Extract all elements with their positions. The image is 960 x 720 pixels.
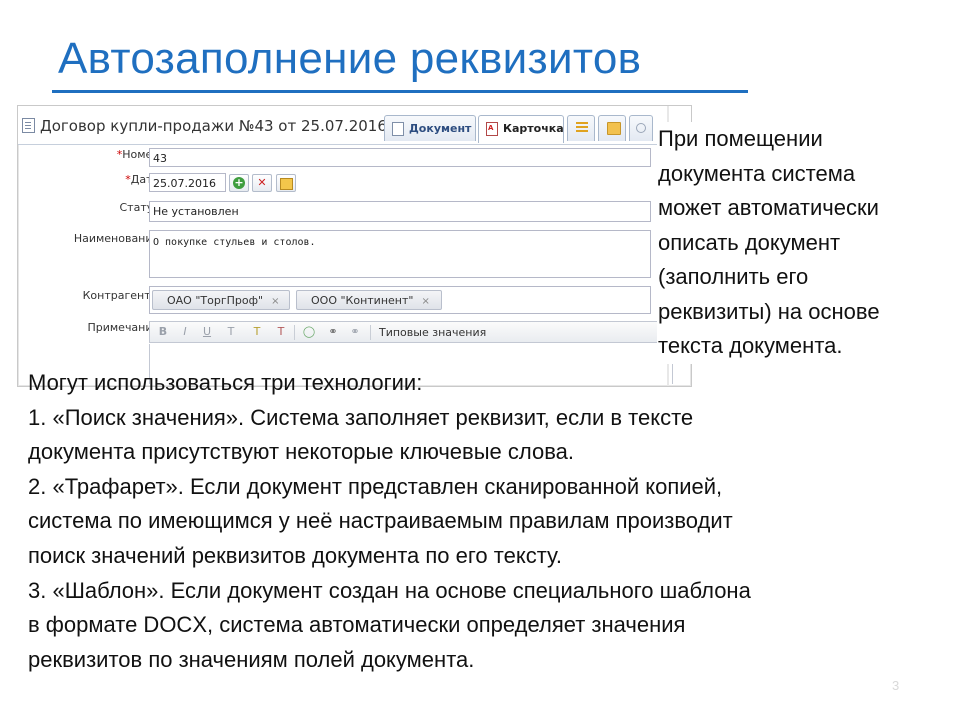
unlink-icon[interactable]: ⚭ [348, 325, 362, 339]
calendar-button[interactable] [276, 174, 296, 192]
slide-title: Автозаполнение реквизитов [58, 34, 642, 83]
underline-button[interactable]: U [200, 325, 214, 339]
side-line: (заполнить его [658, 264, 809, 289]
remove-chip-icon[interactable]: × [421, 296, 429, 307]
counterparty-name: ОАО "ТоргПроф" [167, 294, 264, 307]
body-line: в формате DOCX, система автоматически оп… [28, 612, 686, 638]
text-highlight-button[interactable]: T [250, 325, 264, 339]
counterparty-chip[interactable]: ОАО "ТоргПроф" × [152, 290, 290, 310]
tab-card[interactable]: Карточка [478, 115, 564, 143]
page-number: 3 [892, 678, 900, 693]
body-text: Могут использоваться три технологии: 1. … [28, 366, 938, 677]
side-line: может автоматически [658, 195, 879, 220]
title-underline [52, 90, 748, 93]
document-tab-icon [392, 122, 404, 136]
body-line: реквизитов по значениям полей документа. [28, 646, 475, 672]
clear-date-button[interactable]: ✕ [252, 174, 272, 192]
body-line: Могут использоваться три технологии: [28, 370, 423, 395]
side-line: При помещении [658, 126, 823, 151]
body-line: документа присутствуют некоторые ключевы… [28, 439, 574, 465]
side-line: текста документа. [658, 333, 843, 358]
side-description: При помещении документа система может ав… [657, 122, 948, 364]
tab-card-label: Карточка [503, 122, 564, 135]
name-textarea[interactable]: О покупке стульев и столов. [149, 230, 651, 278]
status-select[interactable]: Не установлен [149, 201, 651, 222]
tab-more-button[interactable] [629, 115, 653, 141]
side-line: документа система [658, 160, 856, 186]
toolbar-separator [370, 325, 371, 340]
toolbar-separator [294, 325, 295, 340]
card-tab-icon [486, 122, 498, 136]
body-line: 3. «Шаблон». Если документ создан на осн… [28, 577, 751, 603]
italic-button[interactable]: I [178, 325, 192, 339]
body-line: поиск значений реквизитов документа по е… [28, 542, 562, 568]
document-card-window: Договор купли-продажи №43 от 25.07.2016 … [17, 105, 692, 387]
remove-chip-icon[interactable]: × [271, 296, 279, 307]
side-line: описать документ [658, 229, 841, 255]
body-line: 2. «Трафарет». Если документ представлен… [28, 473, 723, 499]
tab-list-button[interactable] [567, 115, 595, 141]
body-line: система по имеющимся у неё настраиваемым… [28, 508, 733, 534]
body-line: 1. «Поиск значения». Система заполняет р… [28, 404, 694, 430]
link-icon[interactable]: ⚭ [326, 325, 340, 339]
note-editor-toolbar: B I U T T T ◯ ⚭ ⚭ Типовые значения [149, 321, 673, 343]
list-icon [576, 122, 588, 133]
window-title: Договор купли-продажи №43 от 25.07.2016 [40, 117, 387, 135]
date-field[interactable]: 25.07.2016 [149, 173, 226, 192]
counterparty-name: ООО "Континент" [311, 294, 414, 307]
more-icon [636, 123, 646, 133]
bold-button[interactable]: B [156, 325, 170, 339]
text-size-button[interactable]: T [224, 325, 238, 339]
typical-values-button[interactable]: Типовые значения [379, 326, 486, 339]
counterparty-chip[interactable]: ООО "Континент" × [296, 290, 442, 310]
folder-icon [607, 122, 621, 135]
tab-folder-button[interactable] [598, 115, 626, 141]
window-header: Договор купли-продажи №43 от 25.07.2016 … [18, 106, 691, 145]
tab-document[interactable]: Документ [384, 115, 476, 141]
image-icon[interactable]: ◯ [302, 325, 316, 339]
document-icon [22, 118, 35, 133]
side-line: реквизиты) на основе [658, 298, 880, 324]
tab-document-label: Документ [409, 122, 472, 135]
clear-format-button[interactable]: T [274, 325, 288, 339]
add-date-button[interactable] [229, 174, 249, 192]
number-field[interactable]: 43 [149, 148, 651, 167]
